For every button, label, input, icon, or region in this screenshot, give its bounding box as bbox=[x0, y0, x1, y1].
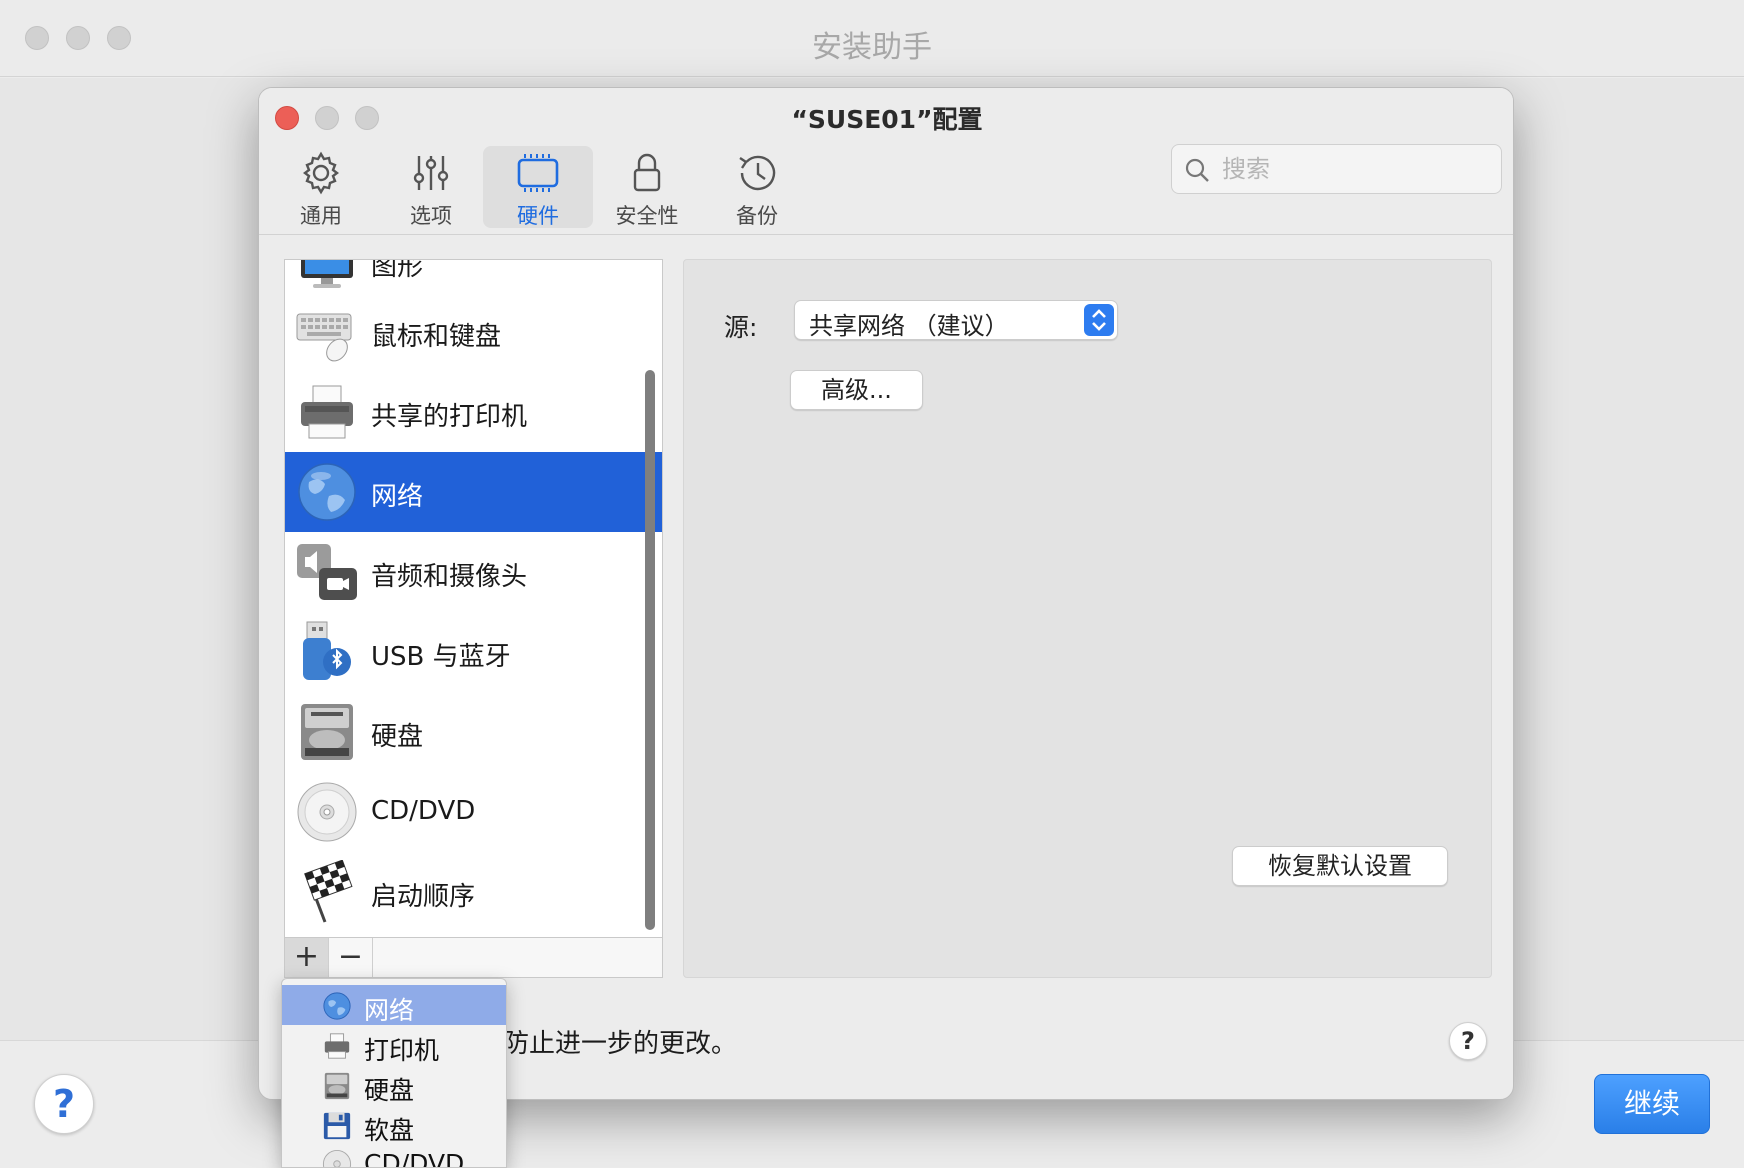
tab-hardware-label: 硬件 bbox=[517, 204, 559, 228]
menu-item-cd-dvd[interactable]: CD/DVD bbox=[282, 1143, 506, 1168]
add-device-button[interactable]: + bbox=[285, 938, 329, 977]
tab-backup[interactable]: 备份 bbox=[702, 146, 812, 228]
menu-item-label: 软盘 bbox=[364, 1116, 415, 1145]
hardware-icon bbox=[517, 154, 559, 192]
continue-button[interactable]: 继续 bbox=[1594, 1074, 1710, 1134]
menu-item-network[interactable]: 网络 bbox=[282, 985, 506, 1025]
sliders-icon bbox=[413, 156, 449, 190]
tab-security[interactable]: 安全性 bbox=[592, 146, 702, 228]
tab-options[interactable]: 选项 bbox=[376, 146, 486, 228]
device-item-label: USB 与蓝牙 bbox=[371, 642, 511, 672]
device-item-label: 网络 bbox=[371, 482, 424, 512]
menu-item-label: CD/DVD bbox=[364, 1149, 465, 1168]
tab-options-label: 选项 bbox=[410, 204, 452, 228]
device-list-scrollbar[interactable] bbox=[645, 370, 655, 930]
source-select-value: 共享网络 （建议） bbox=[809, 312, 1009, 340]
floppy-icon bbox=[323, 1112, 351, 1140]
printer-icon bbox=[324, 1033, 350, 1059]
device-item-hard-disk[interactable]: 硬盘 bbox=[285, 692, 662, 772]
network-globe-icon bbox=[323, 992, 351, 1020]
device-item-label: 硬盘 bbox=[371, 722, 424, 752]
boot-flag-icon bbox=[304, 860, 353, 923]
dialog-help-button[interactable]: ? bbox=[1449, 1022, 1487, 1060]
dialog-toolbar: “SUSE01”配置 通用 选项 硬件 安全性 备份 搜索 bbox=[259, 88, 1513, 235]
outer-window-title: 安装助手 bbox=[812, 30, 932, 65]
menu-item-hard-disk[interactable]: 硬盘 bbox=[282, 1065, 506, 1105]
device-item-network[interactable]: 网络 bbox=[285, 452, 662, 532]
gear-icon bbox=[303, 151, 339, 195]
search-field[interactable] bbox=[1171, 144, 1502, 194]
menu-item-label: 网络 bbox=[364, 996, 415, 1025]
device-list-buttons: + − bbox=[284, 938, 663, 978]
tab-security-label: 安全性 bbox=[615, 204, 679, 228]
device-item-cd-dvd[interactable]: CD/DVD bbox=[285, 772, 662, 852]
search-input[interactable] bbox=[1222, 153, 1492, 185]
tab-backup-label: 备份 bbox=[736, 204, 778, 228]
device-item-label: CD/DVD bbox=[371, 796, 476, 826]
remove-device-button[interactable]: − bbox=[329, 938, 373, 977]
menu-item-printer[interactable]: 打印机 bbox=[282, 1025, 506, 1065]
lock-text: 防止进一步的更改。 bbox=[503, 1029, 738, 1059]
audio-camera-icon bbox=[297, 544, 357, 600]
menu-item-floppy[interactable]: 软盘 bbox=[282, 1105, 506, 1145]
hard-disk-icon bbox=[301, 704, 353, 760]
usb-bluetooth-icon bbox=[303, 621, 351, 680]
device-item-boot-order[interactable]: 启动顺序 bbox=[285, 852, 662, 932]
device-item-label: 共享的打印机 bbox=[371, 402, 528, 432]
printer-icon bbox=[301, 385, 353, 439]
network-globe-icon bbox=[298, 463, 356, 521]
device-item-label: 音频和摄像头 bbox=[371, 562, 528, 592]
advanced-button[interactable]: 高级... bbox=[790, 370, 923, 410]
device-item-audio-camera[interactable]: 音频和摄像头 bbox=[285, 532, 662, 612]
lock-icon bbox=[633, 153, 661, 192]
device-item-shared-printer[interactable]: 共享的打印机 bbox=[285, 372, 662, 452]
outer-titlebar: 安装助手 bbox=[0, 0, 1744, 77]
device-item-usb-bluetooth[interactable]: USB 与蓝牙 bbox=[285, 612, 662, 692]
keyboard-icon bbox=[296, 313, 352, 362]
device-list[interactable]: 图形 鼠标和键盘 共享的打印机 网络 音频和摄像头 USB 与蓝牙 硬盘 CD/… bbox=[284, 259, 663, 938]
menu-item-label: 硬盘 bbox=[364, 1076, 415, 1105]
device-item-label: 鼠标和键盘 bbox=[371, 322, 502, 352]
config-dialog: “SUSE01”配置 通用 选项 硬件 安全性 备份 搜索 图形 鼠标和键盘 共… bbox=[258, 87, 1514, 1100]
hard-disk-icon bbox=[324, 1072, 350, 1100]
cd-dvd-icon bbox=[322, 1149, 352, 1167]
source-select[interactable]: 共享网络 （建议） bbox=[794, 300, 1118, 340]
tab-general-label: 通用 bbox=[300, 204, 342, 228]
menu-item-label: 打印机 bbox=[364, 1036, 440, 1065]
device-item-label: 启动顺序 bbox=[371, 882, 476, 912]
add-device-menu: 网络 打印机 硬盘 软盘 CD/DVD bbox=[281, 978, 507, 1168]
dialog-title: “SUSE01”配置 bbox=[791, 105, 983, 134]
history-icon bbox=[739, 155, 776, 191]
restore-defaults-button[interactable]: 恢复默认设置 bbox=[1232, 846, 1448, 886]
source-label: 源: bbox=[724, 313, 758, 342]
outer-help-button[interactable]: ? bbox=[34, 1074, 94, 1134]
updown-arrows-icon bbox=[1084, 304, 1114, 336]
search-icon bbox=[1185, 158, 1209, 182]
tab-hardware[interactable]: 硬件 bbox=[483, 146, 593, 228]
display-icon bbox=[301, 260, 353, 288]
cd-dvd-icon bbox=[297, 782, 357, 842]
network-settings-panel: 源: 共享网络 （建议） 高级... 恢复默认设置 bbox=[683, 259, 1492, 978]
tab-general[interactable]: 通用 bbox=[266, 146, 376, 228]
device-item-label: 图形 bbox=[371, 259, 424, 282]
device-item-mouse-keyboard[interactable]: 鼠标和键盘 bbox=[285, 292, 662, 372]
